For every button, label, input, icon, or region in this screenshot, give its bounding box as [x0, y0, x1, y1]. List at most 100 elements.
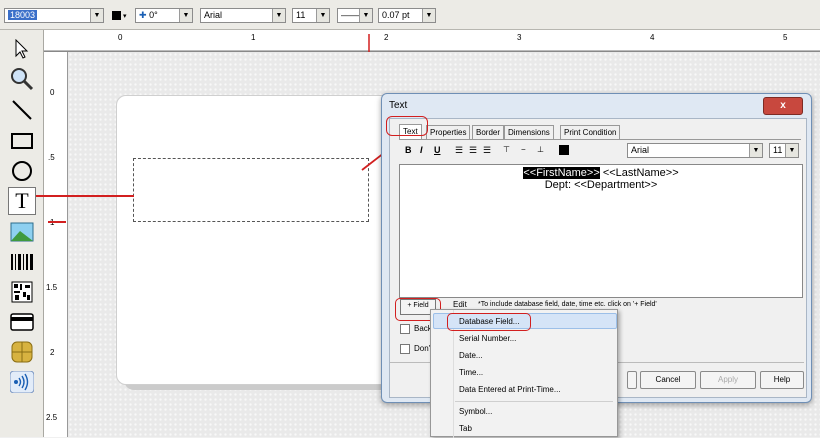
italic-icon[interactable]: I — [420, 145, 423, 155]
ellipse-tool[interactable] — [8, 157, 36, 185]
image-tool[interactable] — [8, 218, 36, 246]
tab-dimensions[interactable]: Dimensions — [504, 125, 554, 140]
font-combo[interactable]: Arial ▼ — [200, 8, 286, 23]
tool-palette: T — [0, 30, 44, 437]
line-width-combo[interactable]: 0.07 pt ▼ — [378, 8, 436, 23]
annotation-line — [36, 195, 134, 197]
text-tool[interactable]: T — [8, 187, 36, 215]
chevron-down-icon[interactable]: ▼ — [90, 9, 103, 22]
close-icon: x — [780, 100, 786, 111]
font-value: Arial — [204, 10, 223, 20]
chevron-down-icon[interactable]: ▼ — [179, 9, 192, 22]
line-style-icon: —— — [341, 10, 359, 20]
valign-middle-icon[interactable]: − — [521, 145, 526, 154]
menu-item-symbol[interactable]: Symbol... — [459, 407, 492, 416]
align-right-icon[interactable]: ☰ — [483, 145, 491, 156]
valign-bottom-icon[interactable]: ⊥ — [537, 145, 544, 154]
font-size-combo[interactable]: 11 ▼ — [292, 8, 330, 23]
2d-barcode-icon — [11, 281, 33, 303]
chevron-down-icon[interactable]: ▼ — [749, 144, 762, 157]
text-format-bar: B I U ☰ ☰ ☰ ⊤ − ⊥ Arial ▼ 11 ▼ — [399, 141, 799, 161]
rectangle-tool[interactable] — [8, 127, 36, 155]
tab-border[interactable]: Border — [472, 125, 505, 140]
line-tool[interactable] — [8, 96, 36, 124]
editor-line-1: <<FirstName>> <<LastName>> — [400, 167, 802, 179]
valign-top-icon[interactable]: ⊤ — [503, 145, 510, 154]
checkbox-icon[interactable] — [400, 344, 410, 354]
text-color-icon[interactable] — [559, 145, 569, 155]
align-left-icon[interactable]: ☰ — [455, 145, 463, 156]
dialog-size-value: 11 — [773, 145, 783, 155]
annotation-box-tab — [386, 116, 428, 136]
fill-color-button[interactable]: ▾ — [112, 8, 126, 23]
2d-barcode-tool[interactable] — [8, 278, 36, 306]
help-button[interactable]: Help — [760, 371, 804, 389]
pointer-arrow-icon — [15, 39, 29, 59]
lastname-field-token: <<LastName>> — [599, 167, 679, 179]
ruler-number: 2 — [50, 348, 55, 357]
smart-chip-icon — [11, 341, 33, 363]
align-center-icon[interactable]: ☰ — [469, 145, 477, 156]
menu-item-tab[interactable]: Tab — [459, 424, 472, 433]
tab-properties[interactable]: Properties — [426, 125, 471, 140]
ruler-number: 0 — [50, 88, 55, 97]
chevron-down-icon[interactable]: ▼ — [272, 9, 285, 22]
menu-item-time[interactable]: Time... — [459, 368, 483, 377]
barcode-tool[interactable] — [8, 248, 36, 276]
chevron-down-icon[interactable]: ▼ — [316, 9, 329, 22]
color-code-combo[interactable]: 18003 ▼ — [4, 8, 104, 23]
field-hint-text: *To include database field, date, time e… — [478, 301, 657, 308]
ruler-ticks — [44, 34, 820, 52]
edit-button[interactable]: Edit — [453, 300, 467, 309]
menu-item-date[interactable]: Date... — [459, 351, 483, 360]
rfid-tool[interactable] — [8, 368, 36, 396]
ruler-number: 4 — [650, 33, 655, 42]
horizontal-ruler: 0 1 2 3 4 5 — [44, 30, 820, 52]
line-style-combo[interactable]: —— ▼ — [337, 8, 373, 23]
select-tool[interactable] — [8, 35, 36, 63]
dialog-font-combo[interactable]: Arial ▼ — [627, 143, 763, 158]
tab-divider — [399, 139, 801, 140]
rotation-arrow-icon: ✚ — [139, 10, 147, 20]
background-checkbox[interactable]: Back — [400, 324, 432, 334]
apply-button[interactable]: Apply — [700, 371, 756, 389]
ruler-number: 3 — [517, 33, 522, 42]
ruler-number: 2.5 — [46, 413, 58, 422]
ok-button-edge[interactable] — [627, 371, 637, 389]
tab-label: Dimensions — [508, 128, 550, 137]
line-width-value: 0.07 pt — [382, 10, 410, 20]
bold-icon[interactable]: B — [405, 145, 412, 155]
rectangle-icon — [11, 133, 33, 149]
card-tool[interactable] — [8, 308, 36, 336]
ruler-number: 0 — [118, 33, 123, 42]
ruler-number: .5 — [48, 153, 55, 162]
vertical-ruler: 0 .5 1 1.5 2 2.5 — [44, 52, 68, 437]
picture-icon — [10, 222, 34, 242]
tab-print-condition[interactable]: Print Condition — [560, 125, 621, 140]
ruler-number: 2 — [384, 33, 389, 42]
chevron-down-icon[interactable]: ▼ — [359, 9, 372, 22]
chevron-down-icon[interactable]: ▼ — [785, 144, 798, 157]
close-button[interactable]: x — [763, 97, 803, 115]
editor-line-2: Dept: <<Department>> — [544, 179, 658, 191]
menu-item-data-entered[interactable]: Data Entered at Print-Time... — [459, 385, 561, 394]
barcode-icon — [11, 254, 33, 270]
dialog-size-combo[interactable]: 11 ▼ — [769, 143, 799, 158]
text-object-selection[interactable] — [133, 158, 369, 222]
ruler-number: 1.5 — [46, 283, 58, 292]
menu-item-serial-number[interactable]: Serial Number... — [459, 334, 516, 343]
text-editor[interactable]: <<FirstName>> <<LastName>> Dept: <<Depar… — [399, 164, 803, 298]
cancel-button[interactable]: Cancel — [640, 371, 696, 389]
text-t-icon: T — [15, 188, 29, 213]
smart-chip-tool[interactable] — [8, 338, 36, 366]
zoom-tool[interactable] — [8, 65, 36, 93]
chevron-down-icon[interactable]: ▼ — [422, 9, 435, 22]
rotation-combo[interactable]: ✚ 0° ▼ — [135, 8, 193, 23]
line-icon — [12, 100, 32, 120]
underline-icon[interactable]: U — [434, 145, 441, 155]
checkbox-icon[interactable] — [400, 324, 410, 334]
dont-checkbox[interactable]: Don't — [400, 344, 432, 354]
dialog-title: Text — [389, 100, 408, 111]
font-size-value: 11 — [296, 10, 306, 20]
color-swatch-icon — [112, 11, 121, 21]
